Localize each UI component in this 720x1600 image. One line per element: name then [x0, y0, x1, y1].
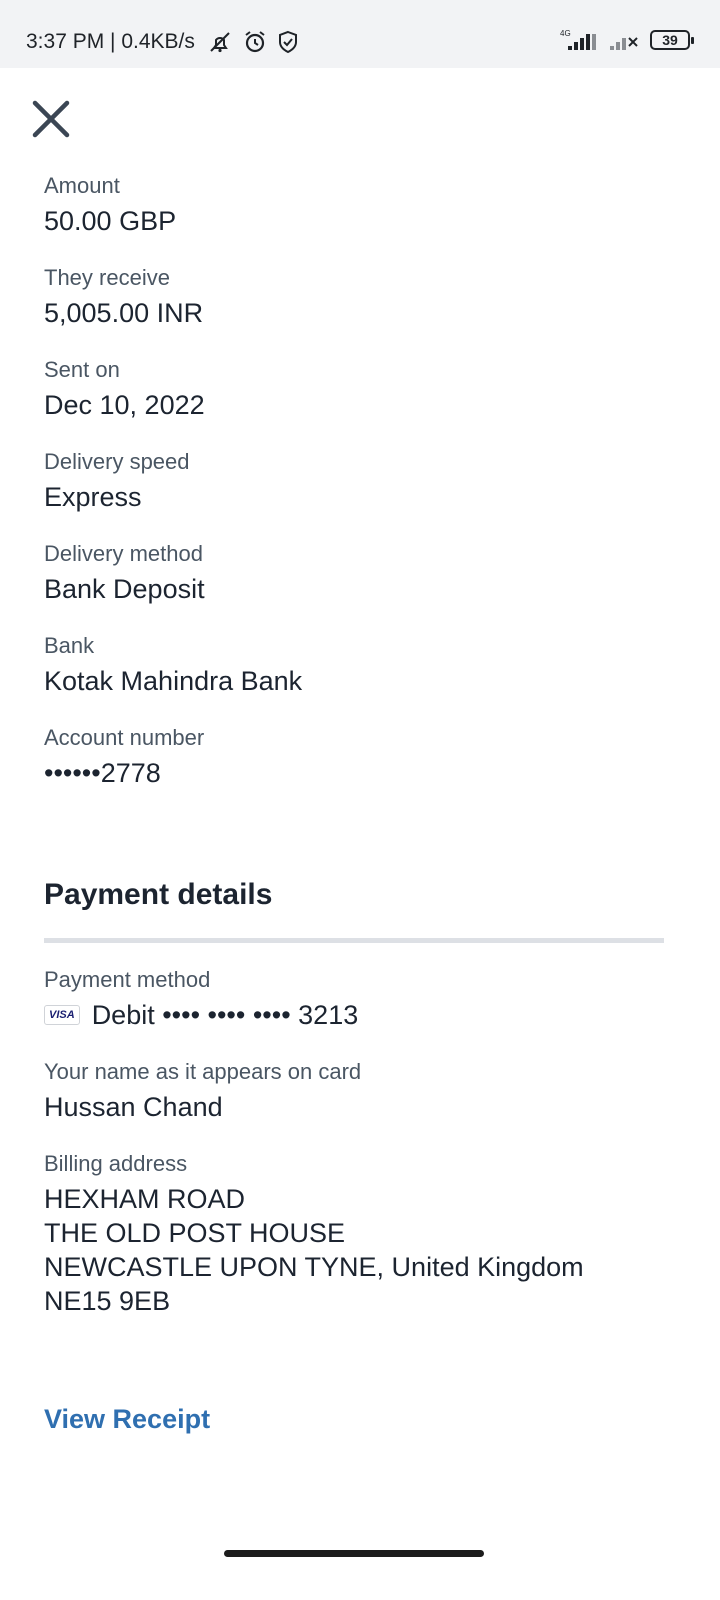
- bank-value: Kotak Mahindra Bank: [44, 666, 303, 696]
- close-icon: [32, 100, 70, 138]
- address-line: HEXHAM ROAD: [44, 1184, 246, 1214]
- status-time: 3:37 PM | 0.4KB/s: [26, 30, 195, 53]
- address-line: THE OLD POST HOUSE: [44, 1218, 346, 1248]
- signal-4g-icon: 4G: [560, 29, 596, 50]
- amount-value: 50.00 GBP: [44, 206, 177, 236]
- billing-address-value: HEXHAM ROAD THE OLD POST HOUSE NEWCASTLE…: [44, 1182, 584, 1318]
- sent-on-field: Sent on Dec 10, 2022: [44, 356, 205, 422]
- delivery-speed-label: Delivery speed: [44, 449, 190, 474]
- close-button[interactable]: [30, 98, 72, 140]
- sent-on-label: Sent on: [44, 357, 120, 382]
- receive-value: 5,005.00 INR: [44, 298, 204, 328]
- payment-method-label: Payment method: [44, 967, 211, 992]
- account-number-label: Account number: [44, 725, 205, 750]
- card-value: Debit •••• •••• •••• 3213: [91, 1000, 359, 1030]
- delivery-method-field: Delivery method Bank Deposit: [44, 540, 205, 606]
- amount-label: Amount: [44, 173, 120, 198]
- billing-address-label: Billing address: [44, 1151, 188, 1176]
- sent-on-value: Dec 10, 2022: [44, 390, 205, 420]
- alarm-icon: [245, 31, 265, 53]
- cardholder-name-label: Your name as it appears on card: [44, 1059, 362, 1084]
- signal-no-service-icon: [610, 37, 638, 50]
- home-indicator[interactable]: [224, 1550, 484, 1557]
- receive-field: They receive 5,005.00 INR: [44, 264, 203, 330]
- network-type-label: 4G: [560, 29, 571, 38]
- address-line: NE15 9EB: [44, 1286, 171, 1316]
- bank-field: Bank Kotak Mahindra Bank: [44, 632, 302, 698]
- delivery-speed-value: Express: [44, 482, 142, 512]
- battery-icon: 39: [650, 30, 694, 50]
- cardholder-name-value: Hussan Chand: [44, 1092, 223, 1122]
- status-bar: 3:37 PM | 0.4KB/s 4G 39: [0, 0, 720, 68]
- delivery-speed-field: Delivery speed Express: [44, 448, 190, 514]
- bank-label: Bank: [44, 633, 95, 658]
- account-number-value: ••••••2778: [44, 758, 161, 788]
- payment-method-field: Payment method VISA Debit •••• •••• ••••…: [44, 966, 358, 1032]
- amount-field: Amount 50.00 GBP: [44, 172, 176, 238]
- battery-level: 39: [662, 32, 678, 48]
- address-line: NEWCASTLE UPON TYNE, United Kingdom: [44, 1252, 584, 1282]
- delivery-method-value: Bank Deposit: [44, 574, 205, 604]
- receive-label: They receive: [44, 265, 170, 290]
- shield-icon: [278, 30, 297, 54]
- delivery-method-label: Delivery method: [44, 541, 203, 566]
- account-number-field: Account number ••••••2778: [44, 724, 204, 790]
- billing-address-field: Billing address HEXHAM ROAD THE OLD POST…: [44, 1150, 584, 1318]
- view-receipt-link[interactable]: View Receipt: [44, 1404, 210, 1435]
- cardholder-name-field: Your name as it appears on card Hussan C…: [44, 1058, 361, 1124]
- section-divider: [44, 938, 664, 943]
- visa-card-icon: VISA: [44, 1005, 80, 1025]
- mute-icon: [210, 32, 230, 53]
- payment-details-title: Payment details: [44, 878, 273, 911]
